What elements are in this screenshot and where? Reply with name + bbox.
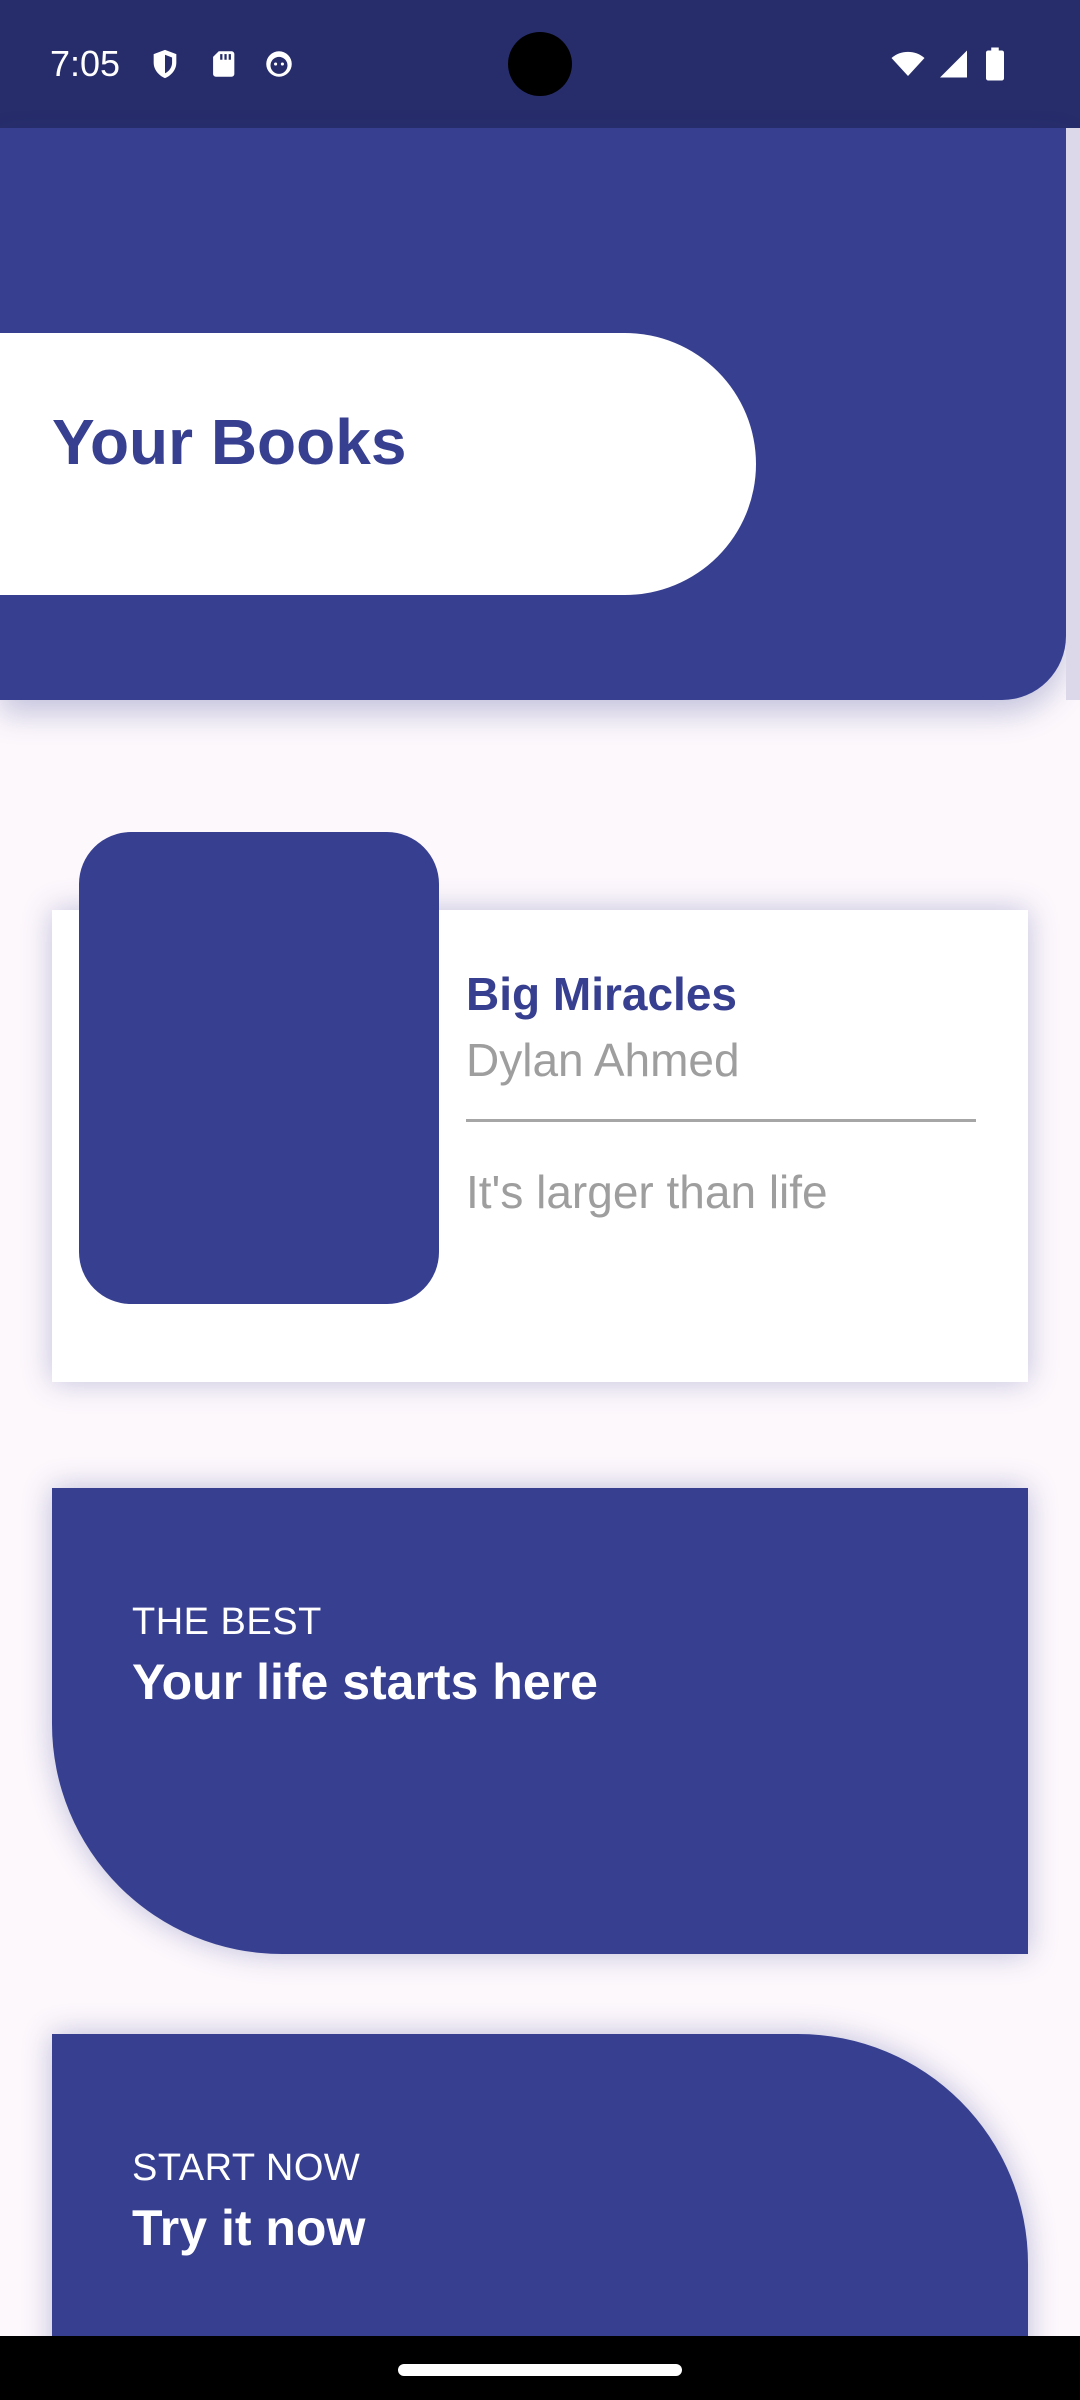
- home-gesture-handle[interactable]: [398, 2364, 682, 2376]
- status-time: 7:05: [50, 43, 121, 84]
- screen: 7:05 Your Books Big Miracles Dylan Ahmed…: [0, 0, 1080, 2400]
- page-title: Your Books: [52, 406, 407, 478]
- wifi-icon: [891, 51, 925, 76]
- sd-card-icon: [213, 51, 235, 77]
- promo-heading: Your life starts here: [132, 1654, 598, 1710]
- camera-cutout: [508, 32, 572, 96]
- promo-eyebrow: START NOW: [132, 2147, 361, 2189]
- book-divider: [466, 1119, 976, 1122]
- promo-heading: Try it now: [132, 2200, 366, 2256]
- book-tagline: It's larger than life: [466, 1166, 828, 1218]
- book-cover[interactable]: [79, 832, 439, 1304]
- promo-card-the-best[interactable]: THE BEST Your life starts here: [52, 1488, 1028, 1954]
- promo-eyebrow: THE BEST: [132, 1601, 322, 1643]
- battery-icon: [986, 47, 1004, 81]
- status-bar: 7:05: [0, 0, 1080, 128]
- android-face-icon: [266, 51, 292, 77]
- book-author: Dylan Ahmed: [466, 1034, 740, 1086]
- cell-signal-icon: [940, 50, 967, 78]
- scroll-indicator: [1066, 128, 1080, 700]
- shield-icon: [153, 49, 177, 79]
- book-title: Big Miracles: [466, 968, 737, 1020]
